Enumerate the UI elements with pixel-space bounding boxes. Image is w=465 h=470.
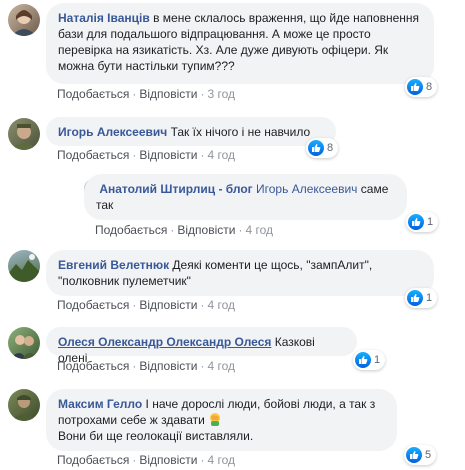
separator: · [238,223,243,237]
reply-button[interactable]: Відповісти [139,87,197,101]
like-icon [355,352,371,368]
separator: · [200,148,205,162]
reaction-count[interactable]: 5 [404,445,437,465]
reply-button[interactable]: Відповісти [139,453,197,467]
separator: · [200,298,205,312]
reaction-number: 8 [426,81,433,93]
comment-actions: Подобається · Відповісти · 4 год [57,298,235,312]
reaction-count[interactable]: 8 [405,77,438,97]
comment-actions: Подобається · Відповісти · 4 год [57,453,235,467]
like-icon [407,79,423,95]
reply-button[interactable]: Відповісти [139,298,197,312]
timestamp[interactable]: 4 год [207,298,235,312]
like-button[interactable]: Подобається [57,87,129,101]
avatar[interactable] [8,250,40,282]
avatar[interactable] [8,118,40,150]
comment-bubble: Евгений Велетнюк Деякі коменти це щось, … [46,250,434,296]
timestamp[interactable]: 4 год [207,359,235,373]
like-icon [406,447,422,463]
separator: · [132,453,137,467]
avatar[interactable] [8,389,40,421]
reaction-number: 1 [427,216,434,228]
timestamp[interactable]: 4 год [245,223,273,237]
mentioned-user[interactable]: Игорь Алексеевич [253,182,357,196]
comment-bubble: Игорь Алексеевич Так їх нічого і не навч… [46,117,336,146]
comment-bubble: Наталія Іванців в мене склалось враження… [46,3,434,84]
comment-text: Так їх нічого і не навчило [167,125,311,139]
avatar[interactable] [8,327,40,359]
like-icon [407,290,423,306]
reaction-count[interactable]: 1 [353,350,386,370]
comment-author[interactable]: Игорь Алексеевич [58,125,167,139]
comment-text-line-2: Вони би ще геолокації виставляли. [58,429,254,443]
like-button[interactable]: Подобається [57,453,129,467]
separator: · [132,87,137,101]
comment-bubble: Олеся Олександр Олександр Олеся Казкові … [46,327,357,365]
separator: · [200,453,205,467]
like-icon [408,214,424,230]
separator: · [132,359,137,373]
reaction-count[interactable]: 1 [406,212,439,232]
timestamp[interactable]: 3 год [207,87,235,101]
reaction-number: 1 [374,354,381,366]
comment-author[interactable]: Евгений Велетнюк [58,258,169,272]
comment-actions: Подобається · Відповісти · 4 год [57,359,235,373]
like-button[interactable]: Подобається [57,359,129,373]
comment-bubble: Анатолий Штирлиц - блог Игорь Алексеевич… [84,174,407,220]
like-icon [308,140,324,156]
reaction-number: 5 [425,449,432,461]
separator: · [132,148,137,162]
reply-button[interactable]: Відповісти [177,223,235,237]
comment-author[interactable]: Наталія Іванців [58,11,150,25]
comment-bubble: Максим Гелло І наче дорослі люди, бойові… [46,389,397,451]
like-button[interactable]: Подобається [57,148,129,162]
comment-author[interactable]: Анатолий Штирлиц - блог [99,182,252,196]
reaction-count[interactable]: 8 [306,138,339,158]
separator: · [200,359,205,373]
separator: · [132,298,137,312]
comment-actions: Подобається · Відповісти · 4 год [57,148,235,162]
reaction-number: 1 [426,292,433,304]
avatar[interactable] [8,4,40,36]
timestamp[interactable]: 4 год [207,453,235,467]
separator: · [170,223,175,237]
reply-button[interactable]: Відповісти [139,359,197,373]
reaction-number: 8 [327,142,334,154]
reply-button[interactable]: Відповісти [139,148,197,162]
comment-actions: Подобається · Відповісти · 3 год [57,87,235,101]
comment-author[interactable]: Олеся Олександр Олександр Олеся [58,335,271,349]
comment-actions: Подобається · Відповісти · 4 год [95,223,273,237]
like-button[interactable]: Подобається [57,298,129,312]
timestamp[interactable]: 4 год [207,148,235,162]
like-button[interactable]: Подобається [95,223,167,237]
comment-author[interactable]: Максим Гелло [58,397,142,411]
reaction-count[interactable]: 1 [405,288,438,308]
facepalm-emoji-icon [208,412,222,426]
separator: · [200,87,205,101]
